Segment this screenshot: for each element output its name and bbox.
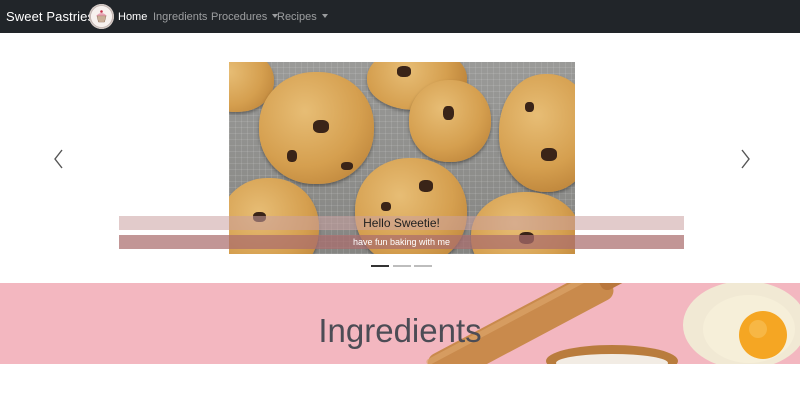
carousel-prev-button[interactable] <box>51 148 67 170</box>
carousel-indicator[interactable] <box>393 265 411 267</box>
carousel-next-button[interactable] <box>737 148 753 170</box>
chocolate-chip <box>419 180 433 192</box>
chocolate-chip <box>313 120 329 133</box>
ingredients-heading: Ingredients <box>318 312 482 349</box>
chocolate-chip <box>287 150 297 162</box>
nav-home-link[interactable]: Home <box>118 9 147 25</box>
chocolate-chip <box>443 106 454 120</box>
caption-text: have fun baking with me <box>352 237 451 247</box>
chocolate-chip <box>525 102 534 112</box>
nav-ingredients-link[interactable]: Ingredients <box>153 9 207 25</box>
cupcake-logo-icon[interactable] <box>89 4 114 29</box>
chocolate-chip <box>381 202 391 211</box>
chevron-right-icon <box>741 149 750 169</box>
hero-carousel: Hello Sweetie! have fun baking with me <box>0 33 800 283</box>
caption-title: Hello Sweetie! <box>363 216 440 230</box>
nav-recipes-label: Recipes <box>277 11 317 23</box>
chevron-left-icon <box>54 149 63 169</box>
carousel-indicator[interactable] <box>371 265 389 267</box>
brand-name[interactable]: Sweet Pastries <box>6 8 94 26</box>
caret-down-icon <box>321 14 328 18</box>
carousel-indicator[interactable] <box>414 265 432 267</box>
chocolate-chip <box>341 162 353 170</box>
cookie <box>409 80 491 162</box>
chocolate-chip <box>541 148 557 161</box>
top-navbar: Sweet Pastries Home Ingredients Procedur… <box>0 0 800 33</box>
nav-recipes-dropdown[interactable]: Recipes <box>277 9 328 25</box>
ingredients-banner: Ingredients <box>0 283 800 364</box>
nav-procedures-dropdown[interactable]: Procedures <box>211 9 279 25</box>
chocolate-chip <box>397 66 411 77</box>
nav-procedures-label: Procedures <box>211 11 268 23</box>
